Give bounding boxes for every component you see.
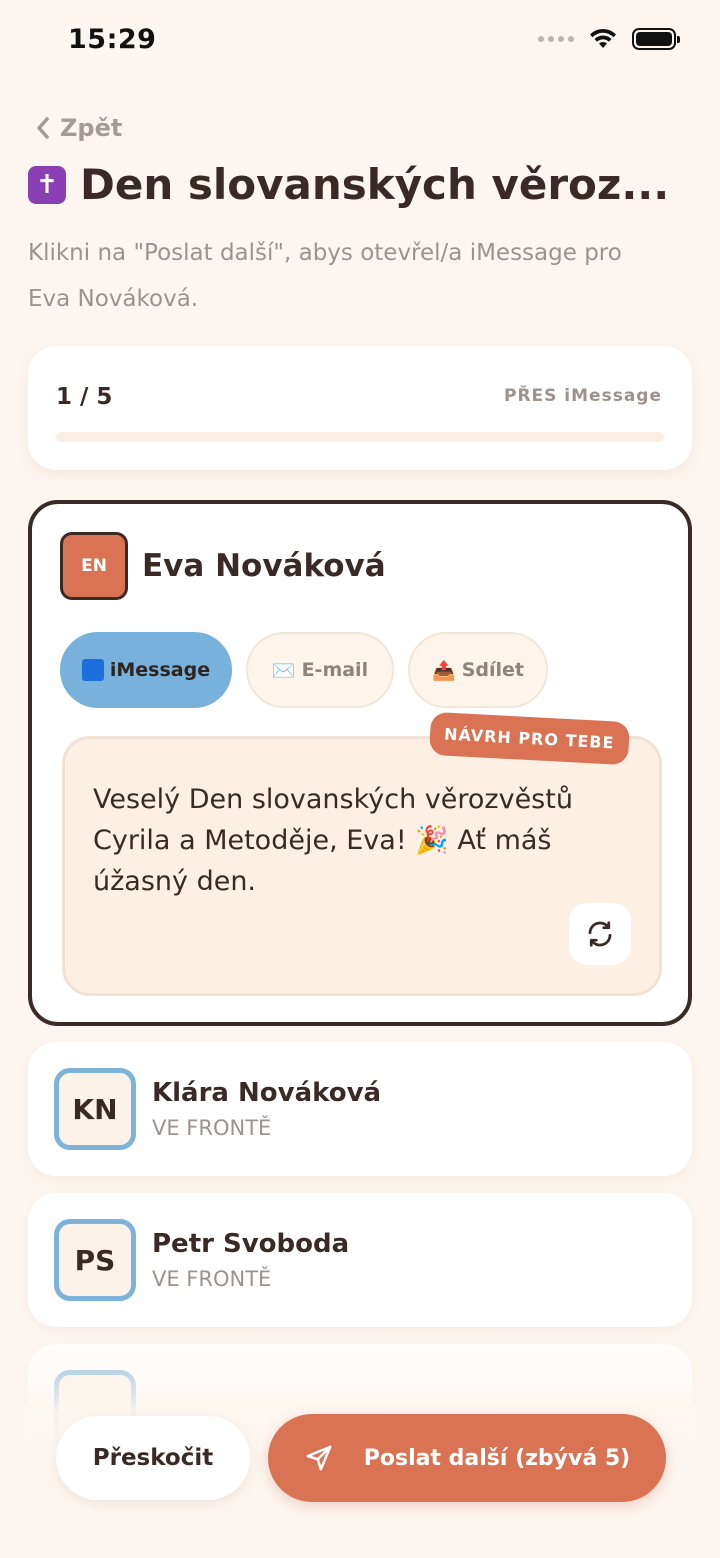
title-row: ✝ Den slovanských věroz... — [28, 160, 688, 209]
back-label: Zpět — [60, 114, 123, 142]
status-bar: 15:29 — [0, 0, 720, 84]
send-next-label: Poslat další (zbývá 5) — [363, 1445, 631, 1471]
queue-item-status: VE FRONTĚ — [152, 1116, 272, 1140]
queue-item-status: VE FRONTĚ — [152, 1267, 272, 1291]
wifi-icon — [590, 28, 616, 48]
progress-card: 1 / 5 PŘES iMessage — [28, 346, 692, 470]
active-recipient-card: EN Eva Nováková iMessage ✉️ E-mail 📤 Sdí… — [28, 500, 692, 1026]
refresh-icon — [588, 921, 612, 947]
status-time: 15:29 — [68, 24, 157, 55]
page-subtitle: Klikni na "Poslat další", abys otevřel/a… — [28, 240, 622, 312]
channel-label: Sdílet — [461, 659, 524, 681]
regenerate-button[interactable] — [569, 903, 631, 965]
progress-channel: PŘES iMessage — [503, 386, 662, 406]
progress-bar — [56, 432, 664, 442]
queue-item-name: Klára Nováková — [152, 1078, 382, 1108]
outbox-tray-icon: 📤 — [432, 659, 456, 682]
battery-icon — [632, 28, 680, 50]
queue-item[interactable]: KN Klára Nováková VE FRONTĚ — [28, 1042, 692, 1176]
channel-email-button[interactable]: ✉️ E-mail — [246, 632, 394, 708]
signal-icon — [538, 36, 574, 42]
progress-count: 1 / 5 — [56, 384, 113, 410]
avatar: EN — [60, 532, 128, 600]
channel-label: E-mail — [301, 659, 369, 681]
channel-imessage-button[interactable]: iMessage — [60, 632, 232, 708]
channel-selector: iMessage ✉️ E-mail 📤 Sdílet — [60, 632, 548, 708]
avatar: PS — [54, 1219, 136, 1301]
latin-cross-icon: ✝ — [28, 165, 66, 204]
send-icon — [306, 1445, 332, 1471]
chevron-left-icon — [37, 117, 49, 139]
skip-button[interactable]: Přeskočit — [56, 1416, 250, 1500]
queue-item[interactable]: PS Petr Svoboda VE FRONTĚ — [28, 1193, 692, 1327]
recipient-name: Eva Nováková — [142, 548, 386, 584]
message-text[interactable]: Veselý Den slovanských věrozvěstů Cyrila… — [93, 779, 613, 902]
back-button[interactable]: Zpět — [36, 114, 122, 142]
avatar: KN — [54, 1068, 136, 1150]
blue-square-icon — [81, 659, 104, 681]
status-icons — [538, 28, 680, 50]
envelope-icon: ✉️ — [271, 659, 296, 682]
channel-label: iMessage — [109, 659, 211, 681]
channel-share-button[interactable]: 📤 Sdílet — [408, 632, 548, 708]
queue-item-name: Petr Svoboda — [152, 1229, 350, 1259]
message-editor[interactable]: NÁVRH PRO TEBE Veselý Den slovanských vě… — [62, 711, 662, 996]
suggestion-badge: NÁVRH PRO TEBE — [429, 711, 630, 766]
send-next-button[interactable]: Poslat další (zbývá 5) — [268, 1414, 666, 1502]
page-title: Den slovanských věroz... — [80, 160, 670, 209]
